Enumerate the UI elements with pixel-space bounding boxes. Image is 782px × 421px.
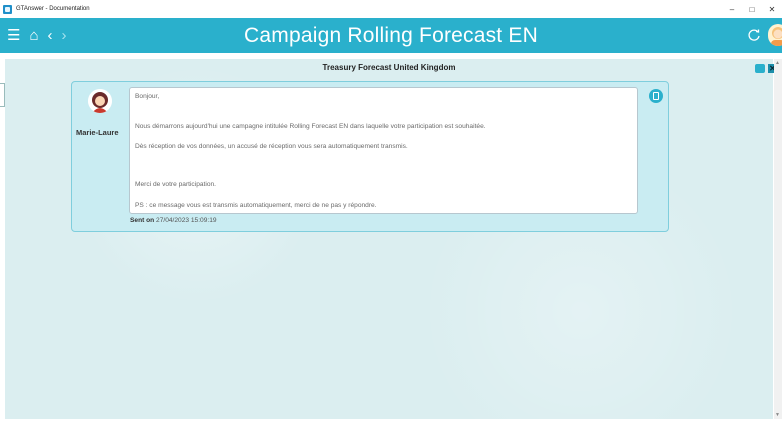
- scroll-down-icon[interactable]: ▼: [775, 412, 780, 418]
- window-close-button[interactable]: ✕: [762, 5, 782, 14]
- print-icon[interactable]: [755, 64, 765, 73]
- app-icon: [3, 4, 12, 14]
- sent-label: Sent on: [130, 217, 155, 224]
- forward-icon[interactable]: ›: [62, 28, 67, 43]
- minimize-button[interactable]: –: [722, 5, 742, 14]
- back-icon[interactable]: ‹: [48, 28, 53, 43]
- window-title: GTAnswer - Documentation: [16, 6, 90, 12]
- message-body: Bonjour, Nous démarrons aujourd'hui une …: [129, 87, 638, 214]
- copy-icon[interactable]: [649, 89, 663, 103]
- menu-icon[interactable]: ☰: [7, 28, 20, 43]
- window-titlebar: GTAnswer - Documentation – □ ✕: [0, 0, 782, 18]
- message-line: Nous démarrons aujourd'hui une campagne …: [135, 123, 486, 130]
- sent-date: 27/04/2023 15:09:19: [156, 217, 217, 224]
- message-line: PS : ce message vous est transmis automa…: [135, 202, 377, 209]
- message-card: Marie-Laure Bonjour, Nous démarrons aujo…: [71, 81, 669, 232]
- sender-name: Marie-Laure: [76, 128, 119, 137]
- message-line: Merci de votre participation.: [135, 181, 216, 188]
- section-title: Treasury Forecast United Kingdom: [322, 63, 456, 72]
- window-controls: – □ ✕: [722, 0, 782, 18]
- refresh-icon[interactable]: [747, 28, 761, 42]
- sent-info: Sent on 27/04/2023 15:09:19: [130, 217, 217, 224]
- content-area: Treasury Forecast United Kingdom ✕ Marie…: [5, 59, 777, 419]
- sender-avatar: [88, 89, 112, 113]
- page-title: Campaign Rolling Forecast EN: [244, 24, 538, 47]
- message-line: Bonjour,: [135, 93, 160, 100]
- home-icon[interactable]: ⌂: [29, 28, 38, 43]
- side-panel-handle[interactable]: [0, 83, 5, 107]
- message-line: Dès réception de vos données, un accusé …: [135, 143, 408, 150]
- user-avatar[interactable]: [768, 24, 782, 46]
- app-header: Campaign Rolling Forecast EN ☰ ⌂ ‹ ›: [0, 18, 782, 53]
- scroll-up-icon[interactable]: ▲: [775, 60, 780, 66]
- maximize-button[interactable]: □: [742, 5, 762, 14]
- scrollbar[interactable]: ▲ ▼: [774, 59, 782, 419]
- header-nav: ☰ ⌂ ‹ ›: [7, 18, 67, 53]
